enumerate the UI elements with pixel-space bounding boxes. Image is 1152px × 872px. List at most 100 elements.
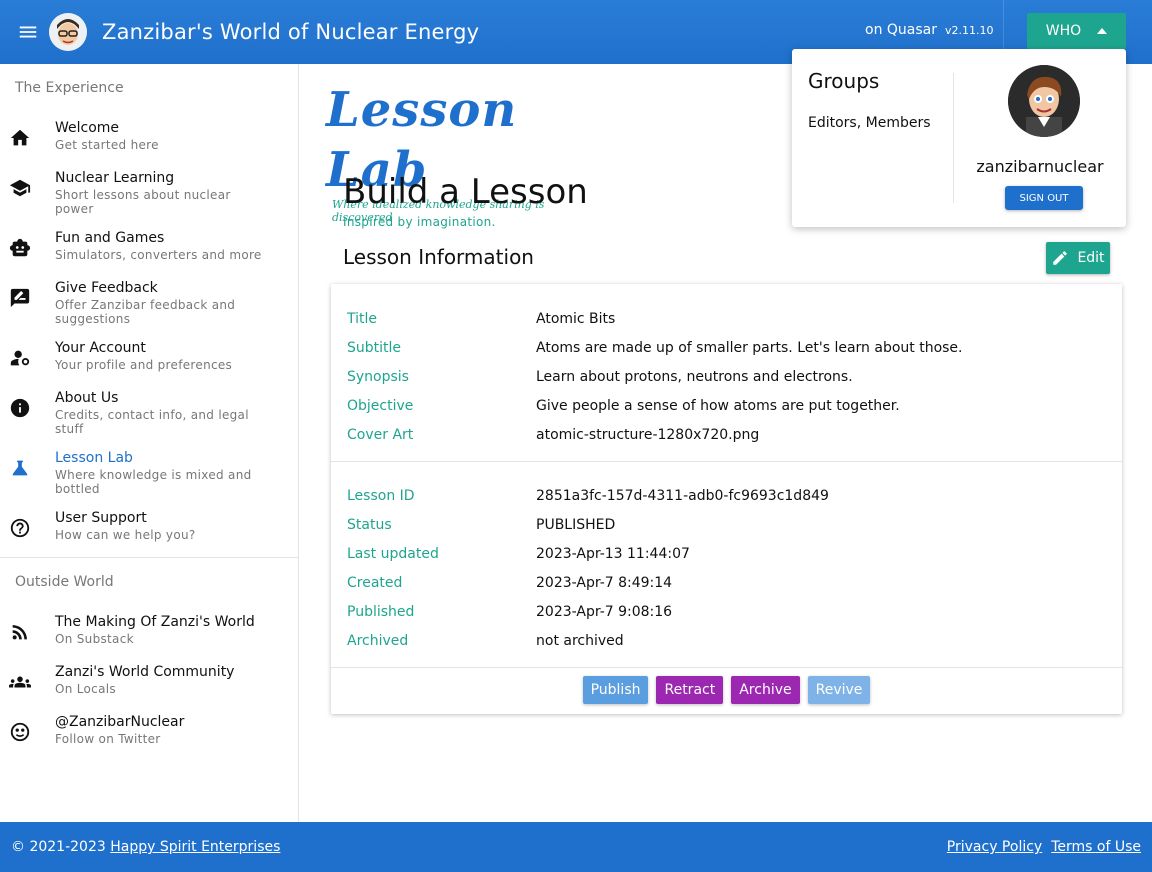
robot-icon [9,238,30,257]
field-value: Learn about protons, neutrons and electr… [536,368,853,385]
quasar-label: on Quasar [865,22,937,38]
copyright: © 2021-2023 Happy Spirit Enterprises [11,839,280,855]
field-value: atomic-structure-1280x720.png [536,426,760,443]
sidebar-item-user-support[interactable]: User Support How can we help you? [0,502,298,552]
archive-button[interactable]: Archive [731,676,800,704]
field-label: Published [347,603,415,620]
user-avatar [1008,65,1080,137]
sidebar-item-label: Welcome [55,120,120,136]
menu-icon [19,26,37,38]
info-row-subtitle: Subtitle Atoms are made up of smaller par… [347,333,1106,362]
feedback-icon [10,288,29,308]
sidebar-item-caption: How can we help you? [55,528,196,542]
groups-value: Editors, Members [808,115,931,131]
info-icon [10,398,29,418]
retract-button[interactable]: Retract [656,676,724,704]
field-label: Created [347,574,403,591]
publish-button[interactable]: Publish [582,676,649,704]
sidebar-item-lesson-lab[interactable]: Lesson Lab Where knowledge is mixed and b… [0,442,298,502]
caret-up-icon [1097,28,1108,34]
field-value: Give people a sense of how atoms are put… [536,397,900,414]
manage-account-icon [10,350,29,366]
field-value: not archived [536,632,624,649]
who-label: WHO [1045,23,1082,39]
rss-icon [12,625,27,640]
sidebar-item-about-us[interactable]: About Us Credits, contact info, and legal… [0,382,298,442]
sidebar-item-label: @ZanzibarNuclear [55,714,185,730]
sidebar-item-nuclear-learning[interactable]: Nuclear Learning Short lessons about nucl… [0,162,298,222]
sidebar-item-label: Your Account [55,340,146,356]
info-row-title: Title Atomic Bits [347,304,1106,333]
flask-icon [12,460,27,476]
terms-of-use-link[interactable]: Terms of Use [1051,839,1141,855]
field-value: 2023-Apr-13 11:44:07 [536,545,690,562]
app-title: Zanzibar's World of Nuclear Energy [102,20,480,44]
field-label: Last updated [347,545,439,562]
twitter-icon [10,722,29,742]
sidebar-item-welcome[interactable]: Welcome Get started here [0,112,298,162]
who-dropdown-panel: Groups Editors, Members zanzibarnuclear … [792,49,1126,227]
sidebar-item-fun-and-games[interactable]: Fun and Games Simulators, converters and … [0,222,298,272]
sidebar-section-outside-world: Outside World [15,574,114,590]
sidebar-item-label: User Support [55,510,147,526]
sidebar-item-caption: On Substack [55,632,134,646]
field-label: Lesson ID [347,487,415,504]
sidebar-item-label: Zanzi's World Community [55,664,235,680]
field-label: Subtitle [347,339,402,356]
sidebar-section-experience: The Experience [15,80,124,96]
privacy-policy-link[interactable]: Privacy Policy [947,839,1042,855]
people-icon [8,676,31,688]
field-value: 2023-Apr-7 9:08:16 [536,603,673,620]
sidebar-item-community[interactable]: Zanzi's World Community On Locals [0,656,298,706]
company-link[interactable]: Happy Spirit Enterprises [110,839,280,855]
app-footer: © 2021-2023 Happy Spirit Enterprises Pri… [0,822,1152,872]
sidebar-item-your-account[interactable]: Your Account Your profile and preferences [0,332,298,382]
quasar-version-label: on Quasar v2.11.10 [865,22,994,38]
sidebar-item-label: Lesson Lab [55,450,133,466]
sidebar-item-caption: On Locals [55,682,116,696]
sidebar-item-caption: Offer Zanzibar feedback and suggestions [55,298,236,326]
groups-heading: Groups [808,69,880,93]
sidebar-item-substack[interactable]: The Making Of Zanzi's World On Substack [0,606,298,656]
sidebar-item-give-feedback[interactable]: Give Feedback Offer Zanzibar feedback and… [0,272,298,332]
sidebar-item-caption: Get started here [55,138,159,152]
sidebar-item-caption: Your profile and preferences [55,358,233,372]
info-row-objective: Objective Give people a sense of how atom… [347,391,1106,420]
meta-row-created: Created 2023-Apr-7 8:49:14 [347,568,1106,597]
section-title: Lesson Information [343,245,534,269]
sign-out-button[interactable]: SIGN OUT [1005,186,1083,210]
meta-row-lesson-id: Lesson ID 2851a3fc-157d-4311-adb0-fc9693c… [347,481,1106,510]
info-row-synopsis: Synopsis Learn about protons, neutrons an… [347,362,1106,391]
edit-label: Edit [1077,250,1105,266]
lesson-actions: Publish Retract Archive Revive [331,668,1122,704]
username: zanzibarnuclear [976,157,1104,176]
sidebar-item-twitter[interactable]: @ZanzibarNuclear Follow on Twitter [0,706,298,756]
edit-button[interactable]: Edit [1046,242,1110,274]
info-row-cover-art: Cover Art atomic-structure-1280x720.png [347,420,1106,449]
lesson-meta-fields: Lesson ID 2851a3fc-157d-4311-adb0-fc9693c… [331,462,1122,667]
sidebar-item-caption: Short lessons about nuclear power [55,188,231,216]
page-title: Build a Lesson [343,172,588,212]
meta-row-status: Status PUBLISHED [347,510,1106,539]
header-avatar[interactable] [49,13,87,51]
sidebar-item-label: Nuclear Learning [55,170,175,186]
field-value: Atomic Bits [536,310,616,327]
sidebar-item-label: About Us [55,390,119,406]
quasar-version: v2.11.10 [945,23,994,37]
field-label: Objective [347,397,414,414]
sidebar-item-caption: Credits, contact info, and legal stuff [55,408,249,436]
revive-button[interactable]: Revive [807,676,871,704]
field-value: PUBLISHED [536,516,616,533]
sidebar-item-caption: Where knowledge is mixed and bottled [55,468,252,496]
field-label: Title [347,310,378,327]
copyright-text: © 2021-2023 [11,839,106,855]
who-button[interactable]: WHO [1027,13,1126,49]
field-label: Archived [347,632,409,649]
panel-divider [953,73,954,203]
menu-button[interactable] [0,0,56,64]
meta-row-archived: Archived not archived [347,626,1106,655]
pencil-icon [1053,251,1068,265]
field-value: 2851a3fc-157d-4311-adb0-fc9693c1d849 [536,487,829,504]
help-icon [10,518,29,538]
field-value: 2023-Apr-7 8:49:14 [536,574,673,591]
